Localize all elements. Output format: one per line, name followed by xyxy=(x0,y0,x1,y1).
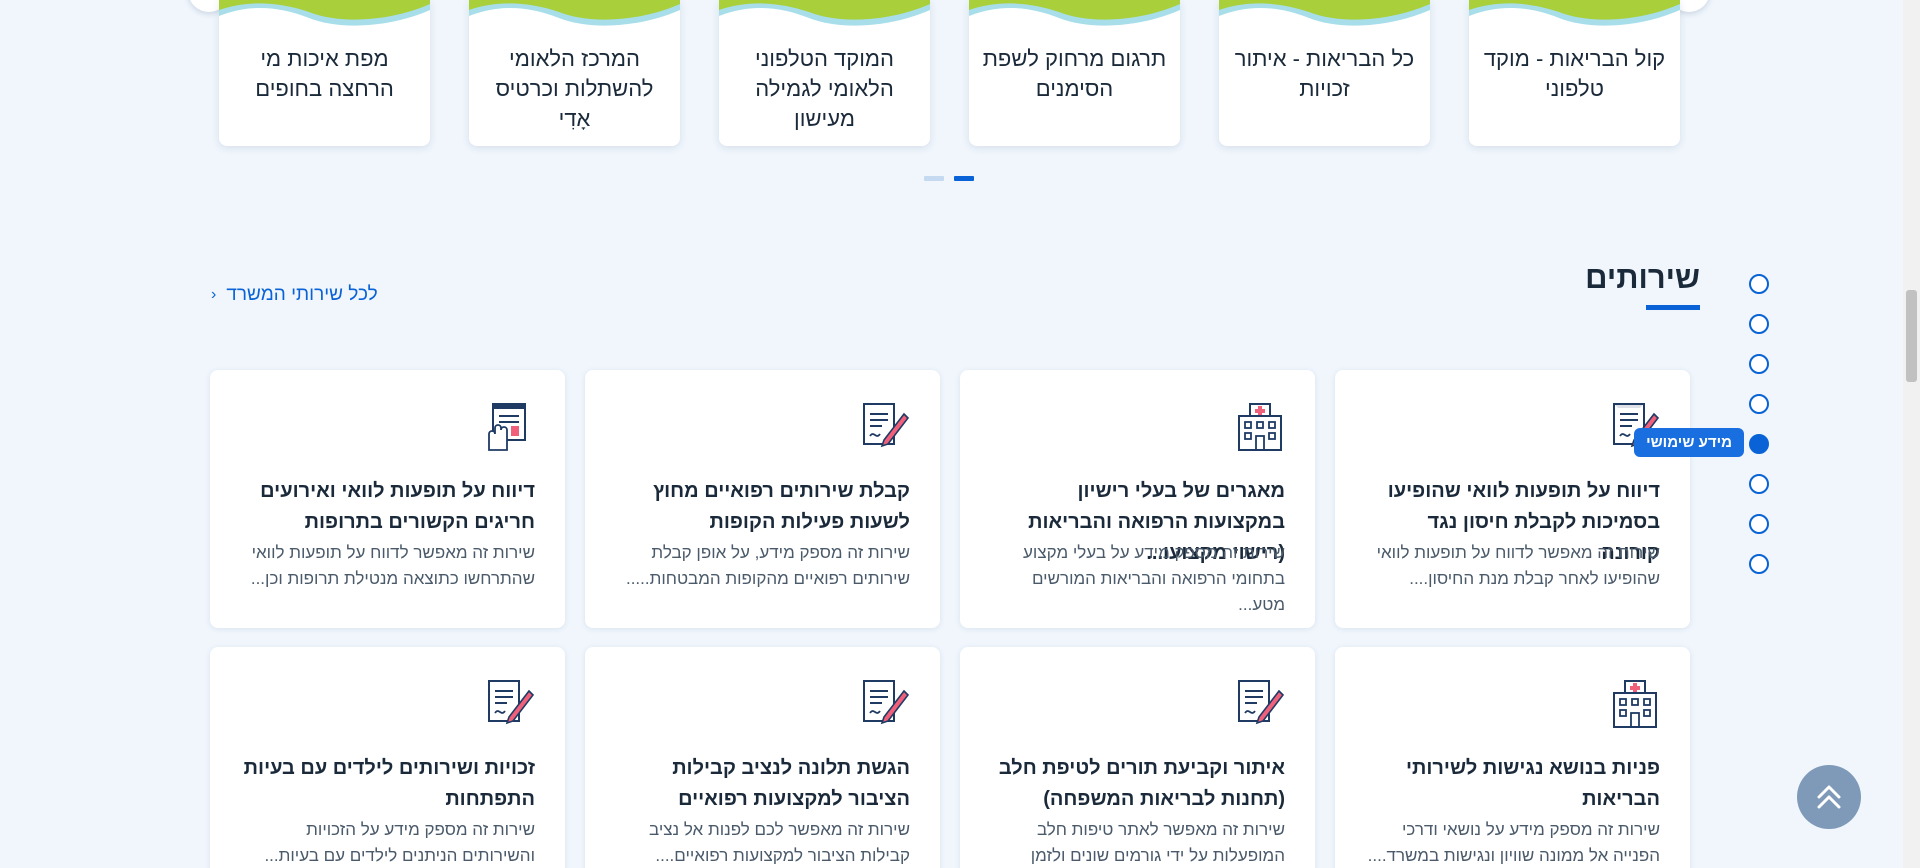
page-scrollbar[interactable] xyxy=(1903,0,1920,868)
carousel-page-dot[interactable] xyxy=(924,176,944,181)
carousel-card[interactable]: המרכז הלאומי להשתלות וכרטיס אָדִי xyxy=(469,0,680,146)
service-card-description: שירות זה מספק מידע על נושאי ודרכי הפנייה… xyxy=(1367,820,1660,865)
service-card-title: זכויות ושירותים לילדים עם בעיות התפתחות xyxy=(243,757,535,810)
carousel-card[interactable]: המוקד הטלפוני הלאומי לגמילה מעישון xyxy=(719,0,930,146)
services-grid: דיווח על תופעות לוואי שהופיעו בסמיכות לק… xyxy=(210,370,1690,868)
carousel-card[interactable]: תרגום מרחוק לשפת הסימנים xyxy=(969,0,1180,146)
chevron-left-icon: ‹ xyxy=(211,286,217,303)
all-services-link-label: לכל שירותי המשרד xyxy=(226,284,378,305)
wave-decoration xyxy=(1469,0,1680,26)
carousel-pagination xyxy=(924,176,974,181)
wave-decoration xyxy=(1219,0,1430,26)
wave-decoration xyxy=(219,0,430,26)
service-card[interactable]: פניות בנושא נגישות לשירותי הבריאות שירות… xyxy=(1335,647,1690,868)
carousel-card-title: כל הבריאות - איתור זכויות xyxy=(1234,46,1415,101)
service-card[interactable]: דיווח על תופעות לוואי שהופיעו בסמיכות לק… xyxy=(1335,370,1690,628)
form-pen-icon xyxy=(1238,680,1285,725)
section-title-underline xyxy=(1646,305,1700,310)
form-pen-icon xyxy=(488,680,535,725)
all-services-link[interactable]: לכל שירותי המשרד ‹ xyxy=(211,284,378,306)
side-nav-dot-active[interactable] xyxy=(1749,434,1769,454)
carousel-page-dot-active[interactable] xyxy=(954,176,974,181)
carousel-card-title: המרכז הלאומי להשתלות וכרטיס אָדִי xyxy=(495,46,654,131)
carousel-card-title: מפת איכות מי הרחצה בחופים xyxy=(255,46,394,101)
service-card[interactable]: איתור וקביעת תורים לטיפת חלב (תחנות לברי… xyxy=(960,647,1315,868)
carousel-card-title: קול הבריאות - מוקד טלפוני xyxy=(1483,46,1666,101)
scrollbar-thumb[interactable] xyxy=(1906,290,1917,382)
wave-decoration xyxy=(969,0,1180,26)
service-card-description: שירות זה מספק מידע על בעלי מקצוע בתחומי … xyxy=(1023,543,1285,614)
service-card-description: שירות זה מספק מידע על הזכויות והשירותים … xyxy=(264,820,535,865)
side-nav-dot[interactable] xyxy=(1749,394,1769,414)
side-nav-active-label: מידע שימושי xyxy=(1634,428,1744,457)
service-card-title: פניות בנושא נגישות לשירותי הבריאות xyxy=(1405,757,1660,810)
service-card-title: קבלת שירותים רפואיים מחוץ לשעות פעילות ה… xyxy=(653,480,910,533)
form-pen-icon xyxy=(863,680,910,725)
carousel-card[interactable]: קול הבריאות - מוקד טלפוני xyxy=(1469,0,1680,146)
service-card-title: דיווח על תופעות לוואי ואירועים חריגים הק… xyxy=(260,480,535,533)
form-pen-icon xyxy=(863,403,910,448)
hospital-icon xyxy=(1613,680,1657,728)
side-nav-dot[interactable] xyxy=(1749,514,1769,534)
carousel-card-title: תרגום מרחוק לשפת הסימנים xyxy=(982,46,1167,101)
back-to-top-button[interactable] xyxy=(1797,765,1861,829)
services-carousel: קול הבריאות - מוקד טלפוני כל הבריאות - א… xyxy=(188,0,1710,146)
service-card-description: שירות זה מספק מידע, על אופן קבלת שירותים… xyxy=(625,543,910,588)
side-nav-dot[interactable] xyxy=(1749,314,1769,334)
hospital-icon xyxy=(1238,403,1282,451)
service-card[interactable]: מאגרים של בעלי רישיון במקצועות הרפואה וה… xyxy=(960,370,1315,628)
double-chevron-up-icon xyxy=(1817,785,1841,809)
service-card[interactable]: זכויות ושירותים לילדים עם בעיות התפתחות … xyxy=(210,647,565,868)
wave-decoration xyxy=(719,0,930,26)
service-card[interactable]: קבלת שירותים רפואיים מחוץ לשעות פעילות ה… xyxy=(585,370,940,628)
document-hand-icon xyxy=(488,403,526,451)
wave-decoration xyxy=(469,0,680,26)
service-card-description: שירות זה מאפשר לדווח על תופעות לוואי שהת… xyxy=(250,543,535,588)
side-nav-dot[interactable] xyxy=(1749,354,1769,374)
service-card-description: שירות זה מאפשר לאתר טיפות חלב המופעלות ע… xyxy=(1030,820,1285,865)
carousel-card[interactable]: מפת איכות מי הרחצה בחופים xyxy=(219,0,430,146)
service-card[interactable]: הגשת תלונה לנציב קבילות הציבור למקצועות … xyxy=(585,647,940,868)
service-card-description: שירות זה מאפשר לכם לפנות אל נציב קבילות … xyxy=(649,820,910,865)
carousel-card-title: המוקד הטלפוני הלאומי לגמילה מעישון xyxy=(755,46,894,131)
service-card[interactable]: דיווח על תופעות לוואי ואירועים חריגים הק… xyxy=(210,370,565,628)
section-title: שירותים xyxy=(1585,260,1700,295)
side-nav-dot[interactable] xyxy=(1749,554,1769,574)
side-nav-dot[interactable] xyxy=(1749,474,1769,494)
service-card-description: שירות זה מאפשר לדווח על תופעות לוואי שהו… xyxy=(1376,543,1660,588)
service-card-title: איתור וקביעת תורים לטיפת חלב (תחנות לברי… xyxy=(998,757,1285,810)
service-card-title: הגשת תלונה לנציב קבילות הציבור למקצועות … xyxy=(672,757,910,810)
side-nav-dot[interactable] xyxy=(1749,274,1769,294)
carousel-card[interactable]: כל הבריאות - איתור זכויות xyxy=(1219,0,1430,146)
